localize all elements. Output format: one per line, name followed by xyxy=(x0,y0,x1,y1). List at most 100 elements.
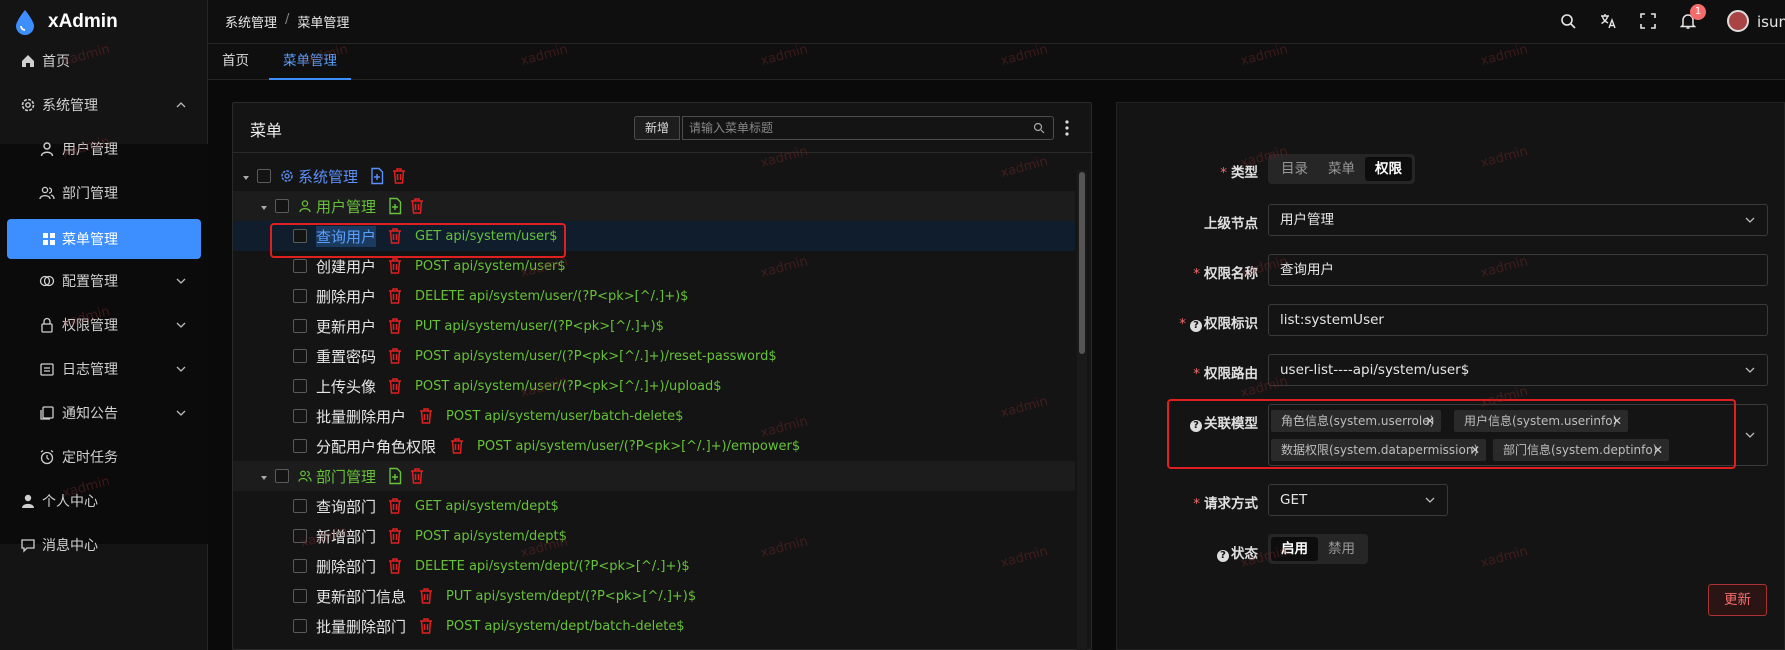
row-checkbox[interactable] xyxy=(293,439,307,453)
tree-row-label[interactable]: 用户管理 xyxy=(316,196,376,217)
tree-row-label[interactable]: 重置密码 xyxy=(316,346,376,367)
tree-row[interactable]: 更新用户 PUT api/system/user/(?P<pk>[^/.]+)$ xyxy=(233,311,1075,341)
menu-search-input[interactable] xyxy=(683,117,1023,139)
permission-code-input[interactable]: list:systemUser xyxy=(1268,304,1768,336)
sidebar-item-logs[interactable]: 日志管理 xyxy=(0,348,208,390)
add-menu-button[interactable]: 新增 xyxy=(634,116,681,140)
delete-icon[interactable] xyxy=(449,437,465,455)
row-checkbox[interactable] xyxy=(293,409,307,423)
row-checkbox[interactable] xyxy=(293,529,307,543)
row-checkbox[interactable] xyxy=(275,469,289,483)
delete-icon[interactable] xyxy=(418,407,434,425)
row-checkbox[interactable] xyxy=(293,499,307,513)
tree-scrollbar[interactable] xyxy=(1077,170,1087,650)
tree-row-label[interactable]: 更新用户 xyxy=(316,316,376,337)
search-icon[interactable] xyxy=(1033,122,1045,134)
row-checkbox[interactable] xyxy=(293,379,307,393)
tab-menu-manage[interactable]: 菜单管理 xyxy=(269,44,351,80)
expand-caret-icon[interactable] xyxy=(241,171,251,181)
avatar[interactable] xyxy=(1727,10,1749,32)
tree-row-label[interactable]: 删除用户 xyxy=(316,286,376,307)
row-checkbox[interactable] xyxy=(293,349,307,363)
status-option-disabled[interactable]: 禁用 xyxy=(1318,537,1365,561)
tree-row[interactable]: 重置密码 POST api/system/user/(?P<pk>[^/.]+)/… xyxy=(233,341,1075,371)
tab-home[interactable]: 首页 xyxy=(208,44,263,80)
route-select[interactable]: user-list----api/system/user$ xyxy=(1268,354,1768,386)
sidebar-item-profile[interactable]: 个人中心 xyxy=(0,480,208,522)
sidebar-item-notices[interactable]: 通知公告 xyxy=(0,392,208,434)
username[interactable]: isum xyxy=(1757,13,1785,31)
sidebar-item-depts[interactable]: 部门管理 xyxy=(0,172,208,214)
delete-icon[interactable] xyxy=(387,527,403,545)
sidebar-item-home[interactable]: 首页 xyxy=(0,40,208,82)
add-child-icon[interactable] xyxy=(387,197,403,215)
update-button[interactable]: 更新 xyxy=(1708,584,1767,616)
type-option-menu[interactable]: 菜单 xyxy=(1318,157,1365,181)
delete-icon[interactable] xyxy=(409,197,425,215)
tree-row-label[interactable]: 新增部门 xyxy=(316,526,376,547)
tree-row-label[interactable]: 批量删除部门 xyxy=(316,616,406,637)
tree-row-label[interactable]: 上传头像 xyxy=(316,376,376,397)
tree-row[interactable]: 系统管理 xyxy=(233,161,1075,191)
delete-icon[interactable] xyxy=(418,617,434,635)
parent-select[interactable]: 用户管理 xyxy=(1268,204,1768,236)
tree-row-label[interactable]: 删除部门 xyxy=(316,556,376,577)
sidebar-item-menus[interactable]: 菜单管理 xyxy=(7,219,201,259)
sidebar-item-config[interactable]: 配置管理 xyxy=(0,260,208,302)
tree-row[interactable]: 删除用户 DELETE api/system/user/(?P<pk>[^/.]+… xyxy=(233,281,1075,311)
delete-icon[interactable] xyxy=(391,167,407,185)
row-checkbox[interactable] xyxy=(293,259,307,273)
delete-icon[interactable] xyxy=(418,587,434,605)
tree-row-label[interactable]: 批量删除用户 xyxy=(316,406,406,427)
tree-row[interactable]: 分配用户角色权限 POST api/system/user/(?P<pk>[^/.… xyxy=(233,431,1075,461)
tree-row[interactable]: 部门管理 xyxy=(233,461,1075,491)
tree-row-label[interactable]: 部门管理 xyxy=(316,466,376,487)
tree-row[interactable]: 批量删除用户 POST api/system/user/batch-delete$ xyxy=(233,401,1075,431)
help-icon[interactable]: ? xyxy=(1217,550,1229,562)
tree-row[interactable]: 更新部门信息 PUT api/system/dept/(?P<pk>[^/.]+)… xyxy=(233,581,1075,611)
delete-icon[interactable] xyxy=(387,317,403,335)
permission-name-input[interactable]: 查询用户 xyxy=(1268,254,1768,286)
delete-icon[interactable] xyxy=(387,287,403,305)
sidebar-item-users[interactable]: 用户管理 xyxy=(0,128,208,170)
scrollbar-thumb[interactable] xyxy=(1079,172,1085,354)
translate-icon[interactable] xyxy=(1599,12,1617,30)
row-checkbox[interactable] xyxy=(293,559,307,573)
sidebar-item-messages[interactable]: 消息中心 xyxy=(0,524,208,566)
row-checkbox[interactable] xyxy=(257,169,271,183)
status-option-enabled[interactable]: 启用 xyxy=(1271,537,1318,561)
more-vertical-icon[interactable] xyxy=(1063,118,1071,138)
breadcrumb-item[interactable]: 系统管理 xyxy=(225,12,277,31)
delete-icon[interactable] xyxy=(409,467,425,485)
delete-icon[interactable] xyxy=(387,347,403,365)
delete-icon[interactable] xyxy=(387,257,403,275)
tree-row[interactable]: 新增部门 POST api/system/dept$ xyxy=(233,521,1075,551)
add-child-icon[interactable] xyxy=(387,467,403,485)
search-icon[interactable] xyxy=(1559,12,1577,30)
delete-icon[interactable] xyxy=(387,497,403,515)
tree-row-label[interactable]: 查询部门 xyxy=(316,496,376,517)
tree-row-label[interactable]: 创建用户 xyxy=(316,256,376,277)
help-icon[interactable]: ? xyxy=(1190,320,1202,332)
row-checkbox[interactable] xyxy=(293,319,307,333)
tree-row-label[interactable]: 更新部门信息 xyxy=(316,586,406,607)
method-select[interactable]: GET xyxy=(1268,484,1448,516)
tree-row[interactable]: 用户管理 xyxy=(233,191,1075,221)
type-option-directory[interactable]: 目录 xyxy=(1271,157,1318,181)
delete-icon[interactable] xyxy=(387,377,403,395)
sidebar-item-permissions[interactable]: 权限管理 xyxy=(0,304,208,346)
expand-caret-icon[interactable] xyxy=(259,471,269,481)
row-checkbox[interactable] xyxy=(293,289,307,303)
sidebar-item-cron[interactable]: 定时任务 xyxy=(0,436,208,478)
tree-row[interactable]: 查询部门 GET api/system/dept$ xyxy=(233,491,1075,521)
delete-icon[interactable] xyxy=(387,557,403,575)
fullscreen-icon[interactable] xyxy=(1639,12,1657,30)
tree-row[interactable]: 删除部门 DELETE api/system/dept/(?P<pk>[^/.]+… xyxy=(233,551,1075,581)
row-checkbox[interactable] xyxy=(275,199,289,213)
tree-row-label[interactable]: 分配用户角色权限 xyxy=(316,436,436,457)
type-option-permission[interactable]: 权限 xyxy=(1365,157,1412,181)
app-logo[interactable]: xAdmin xyxy=(0,0,207,44)
row-checkbox[interactable] xyxy=(293,589,307,603)
tree-row-label[interactable]: 系统管理 xyxy=(298,166,358,187)
row-checkbox[interactable] xyxy=(293,619,307,633)
